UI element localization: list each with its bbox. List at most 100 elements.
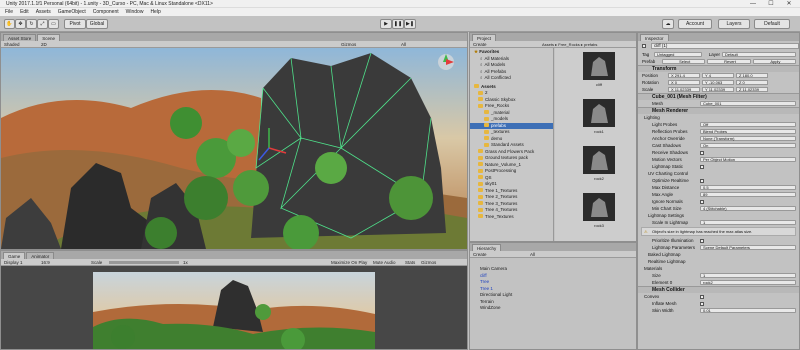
tab-project[interactable]: Project: [472, 34, 497, 41]
layers-dropdown[interactable]: Layers: [718, 19, 750, 29]
shading-dropdown[interactable]: Shaded: [4, 41, 20, 48]
asset-thumbnail[interactable]: [583, 146, 615, 174]
mesh-collider-header[interactable]: Mesh Collider: [638, 286, 799, 293]
asset-folder-item[interactable]: Tree_Textures: [470, 214, 553, 221]
move-tool-button[interactable]: ✥: [15, 19, 26, 29]
menu-gameobject[interactable]: GameObject: [58, 9, 86, 15]
property-checkbox[interactable]: [700, 178, 704, 183]
mesh-field[interactable]: Cube_001: [700, 101, 796, 106]
rotation-y-field[interactable]: Y -10.063: [702, 80, 734, 85]
hierarchy-item[interactable]: WindZone: [470, 305, 636, 312]
property-checkbox[interactable]: [700, 164, 704, 169]
step-button[interactable]: ▶❚: [404, 19, 416, 29]
mesh-renderer-header[interactable]: Mesh Renderer: [638, 107, 799, 114]
scale-in-lightmap-field[interactable]: 1: [700, 220, 796, 225]
property-value-field[interactable]: On: [700, 143, 796, 148]
menu-help[interactable]: Help: [150, 9, 160, 15]
materials-size-field[interactable]: 1: [700, 273, 796, 278]
project-breadcrumb[interactable]: Assets ▸ Free_Rocks ▸ prefabs: [542, 41, 597, 48]
property-value-field[interactable]: Blend Probes: [700, 129, 796, 134]
layer-dropdown[interactable]: Default: [722, 52, 796, 57]
hand-tool-button[interactable]: ✋: [4, 19, 15, 29]
minimize-button[interactable]: —: [746, 0, 760, 8]
gizmos-dropdown[interactable]: Gizmos: [341, 41, 356, 48]
tab-scene[interactable]: Scene: [37, 34, 61, 41]
element0-field[interactable]: rock2: [700, 280, 796, 285]
tab-asset-store[interactable]: Asset Store: [3, 34, 37, 41]
scale-slider[interactable]: [109, 261, 179, 264]
menu-edit[interactable]: Edit: [20, 9, 29, 15]
property-value-field[interactable]: Per Object Motion: [700, 157, 796, 162]
menu-component[interactable]: Component: [93, 9, 119, 15]
menu-window[interactable]: Window: [126, 9, 144, 15]
prefab-select-button[interactable]: Select: [662, 59, 706, 64]
game-viewport[interactable]: [93, 272, 375, 350]
asset-thumbnail[interactable]: [583, 193, 615, 221]
scale-x-field[interactable]: X 11.02339: [668, 87, 700, 92]
rotation-x-field[interactable]: X 0: [668, 80, 700, 85]
property-value-field[interactable]: Off: [700, 122, 796, 127]
mute-audio-toggle[interactable]: Mute Audio: [373, 259, 396, 266]
scene-viewport[interactable]: [1, 48, 467, 249]
materials-foldout[interactable]: Materials: [638, 265, 799, 272]
pause-button[interactable]: ❚❚: [392, 19, 404, 29]
transform-header[interactable]: Transform: [638, 65, 799, 72]
scene-orientation-gizmo[interactable]: [438, 54, 454, 70]
rotate-tool-button[interactable]: ↻: [26, 19, 37, 29]
prefab-revert-button[interactable]: Revert: [707, 59, 751, 64]
property-checkbox[interactable]: [700, 150, 704, 155]
lighting-foldout[interactable]: Lighting: [638, 114, 799, 121]
property-checkbox[interactable]: [700, 199, 704, 204]
object-name-field[interactable]: cliff (1): [651, 43, 799, 49]
layout-dropdown[interactable]: Default: [754, 19, 790, 29]
rect-tool-button[interactable]: ▭: [48, 19, 59, 29]
prefab-apply-button[interactable]: Apply: [752, 59, 796, 64]
scale-tool-button[interactable]: ⤢: [37, 19, 48, 29]
property-value-field[interactable]: None (Transform): [700, 136, 796, 141]
tab-animator[interactable]: Animator: [26, 252, 55, 259]
collab-cloud-icon[interactable]: ☁: [662, 19, 674, 29]
prioritize-checkbox[interactable]: [700, 238, 704, 243]
aspect-dropdown[interactable]: 16:9: [41, 259, 50, 266]
tab-inspector[interactable]: Inspector: [640, 34, 669, 41]
display-dropdown[interactable]: Display 1: [4, 259, 23, 266]
account-dropdown[interactable]: Account: [678, 19, 712, 29]
position-y-field[interactable]: Y 4: [702, 73, 734, 78]
toggle-2d[interactable]: 2D: [41, 41, 47, 48]
favorite-item[interactable]: ⌕ All Conflicted: [470, 75, 553, 82]
inflate-mesh-checkbox[interactable]: [700, 301, 704, 306]
scale-z-field[interactable]: Z 11.02339: [736, 87, 768, 92]
active-checkbox[interactable]: [642, 44, 646, 48]
skin-width-field[interactable]: 0.01: [700, 308, 796, 313]
scale-y-field[interactable]: Y 11.02339: [702, 87, 734, 92]
uv-charting-foldout[interactable]: UV Charting Control: [638, 170, 799, 177]
close-button[interactable]: ✕: [782, 0, 796, 8]
convex-checkbox[interactable]: [700, 294, 704, 299]
play-button[interactable]: ▶: [380, 19, 392, 29]
mesh-filter-header[interactable]: Cube_001 (Mesh Filter): [638, 93, 799, 100]
property-value-field[interactable]: 0.5: [700, 185, 796, 190]
stats-toggle[interactable]: Stats: [405, 259, 415, 266]
rotation-z-field[interactable]: Z 0: [736, 80, 768, 85]
scene-search[interactable]: All: [401, 41, 406, 48]
asset-thumbnail[interactable]: [583, 52, 615, 80]
baked-lightmap-foldout[interactable]: Baked Lightmap: [638, 251, 799, 258]
game-gizmos-dropdown[interactable]: Gizmos: [421, 259, 436, 266]
lightmap-settings-foldout[interactable]: Lightmap Settings: [638, 212, 799, 219]
hierarchy-search[interactable]: All: [530, 251, 535, 258]
menu-file[interactable]: File: [5, 9, 13, 15]
realtime-lightmap-foldout[interactable]: Realtime Lightmap: [638, 258, 799, 265]
tab-hierarchy[interactable]: Hierarchy: [472, 244, 502, 251]
lightmap-parameters-dropdown[interactable]: Scene Default Parameters: [700, 245, 796, 250]
tab-game[interactable]: Game: [3, 252, 26, 259]
position-x-field[interactable]: X 291.4: [668, 73, 700, 78]
hierarchy-create-button[interactable]: Create: [473, 251, 487, 258]
property-value-field[interactable]: 89: [700, 192, 796, 197]
maximize-button[interactable]: ☐: [764, 0, 778, 8]
project-create-button[interactable]: Create: [473, 41, 487, 48]
maximize-on-play-toggle[interactable]: Maximize On Play: [331, 259, 367, 266]
position-z-field[interactable]: Z 180.0: [736, 73, 768, 78]
property-value-field[interactable]: 4 (Stitchable): [700, 206, 796, 211]
tag-dropdown[interactable]: Untagged: [654, 52, 702, 57]
pivot-toggle[interactable]: Pivot: [64, 19, 86, 29]
